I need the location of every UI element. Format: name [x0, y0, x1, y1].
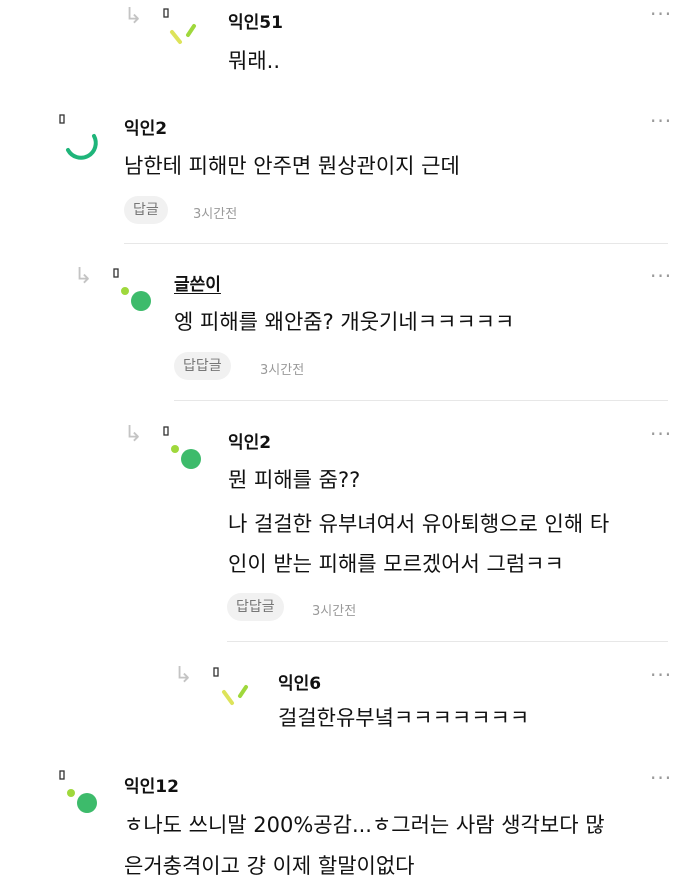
- avatar: [113, 268, 151, 311]
- reply-arrow-icon: ↳: [74, 264, 93, 289]
- timestamp: 3시간전: [260, 363, 305, 378]
- comment-author[interactable]: 익인6: [278, 669, 321, 694]
- comment-text: 인이 받는 피해를 모르겠어서 그럼ㅋㅋ: [228, 552, 564, 576]
- comment-author[interactable]: 익인2: [124, 114, 167, 139]
- divider: [174, 400, 668, 401]
- comment-text: 걸걸한유부녘ㅋㅋㅋㅋㅋㅋㅋ: [278, 706, 530, 730]
- comment-text: 은거충격이고 걍 이제 할말이없다: [124, 854, 415, 878]
- reply-arrow-icon: ↳: [124, 422, 143, 447]
- avatar: [163, 8, 196, 44]
- avatar: [59, 770, 97, 813]
- comment-author[interactable]: 글쓴이: [174, 270, 221, 295]
- more-dots-icon[interactable]: ···: [650, 4, 672, 24]
- comment-author[interactable]: 익인51: [228, 8, 283, 33]
- comment-text: 나 걸걸한 유부녀여서 유아퇴행으로 인해 타: [228, 512, 610, 536]
- comment-author[interactable]: 익인2: [228, 428, 271, 453]
- comment-text: 뭔 피해를 줌??: [228, 468, 361, 492]
- reply-arrow-icon: ↳: [124, 4, 143, 29]
- comment-text: 남한테 피해만 안주면 뭔상관이지 근데: [124, 154, 460, 178]
- more-dots-icon[interactable]: ···: [650, 266, 672, 286]
- more-dots-icon[interactable]: ···: [650, 111, 672, 131]
- avatar: [163, 426, 201, 469]
- more-dots-icon[interactable]: ···: [650, 768, 672, 788]
- comment-author[interactable]: 익인12: [124, 772, 179, 797]
- comment-text: 뭐래..: [228, 49, 280, 73]
- reply-button[interactable]: 답글: [124, 196, 168, 224]
- timestamp: 3시간전: [193, 207, 238, 222]
- more-dots-icon[interactable]: ···: [650, 665, 672, 685]
- avatar: [59, 114, 98, 160]
- reply-button[interactable]: 답답글: [227, 593, 284, 621]
- reply-button[interactable]: 답답글: [174, 352, 231, 380]
- comment-text: ㅎ나도 쓰니말 200%공감...ㅎ그러는 사람 생각보다 많: [124, 813, 605, 837]
- more-dots-icon[interactable]: ···: [650, 424, 672, 444]
- comment-text: 엥 피해를 왜안줌? 개웃기네ㅋㅋㅋㅋㅋ: [174, 310, 515, 334]
- timestamp: 3시간전: [312, 604, 357, 619]
- avatar: [213, 667, 248, 705]
- divider: [227, 641, 668, 642]
- reply-arrow-icon: ↳: [174, 663, 193, 688]
- divider: [124, 243, 668, 244]
